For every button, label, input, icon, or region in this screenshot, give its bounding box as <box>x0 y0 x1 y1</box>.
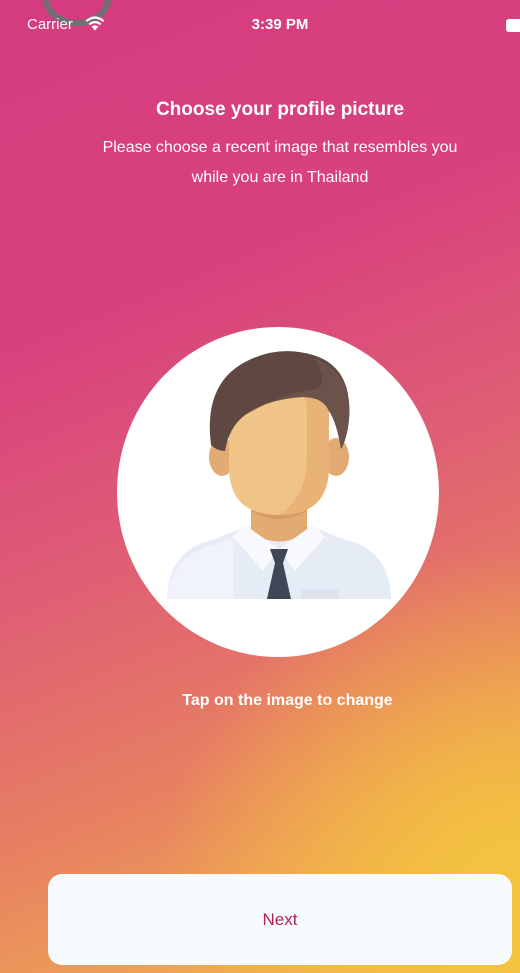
default-avatar-icon <box>167 351 391 599</box>
status-time: 3:39 PM <box>251 16 309 33</box>
page-subtitle: Please choose a recent image that resemb… <box>0 133 520 193</box>
battery-icon <box>506 19 520 32</box>
change-image-hint: Tap on the image to change <box>182 692 393 709</box>
profile-picture-button[interactable] <box>117 327 439 657</box>
page-title: Choose your profile picture <box>155 99 405 120</box>
subtitle-line-1: Please choose a recent image that resemb… <box>102 139 458 156</box>
subtitle-line-2: while you are in Thailand <box>191 169 369 186</box>
profile-picture-screen: Carrier 3:39 PM Choose your profile pict… <box>0 0 520 973</box>
status-bar: Carrier 3:39 PM <box>0 0 520 44</box>
next-button[interactable]: Next <box>48 874 512 965</box>
